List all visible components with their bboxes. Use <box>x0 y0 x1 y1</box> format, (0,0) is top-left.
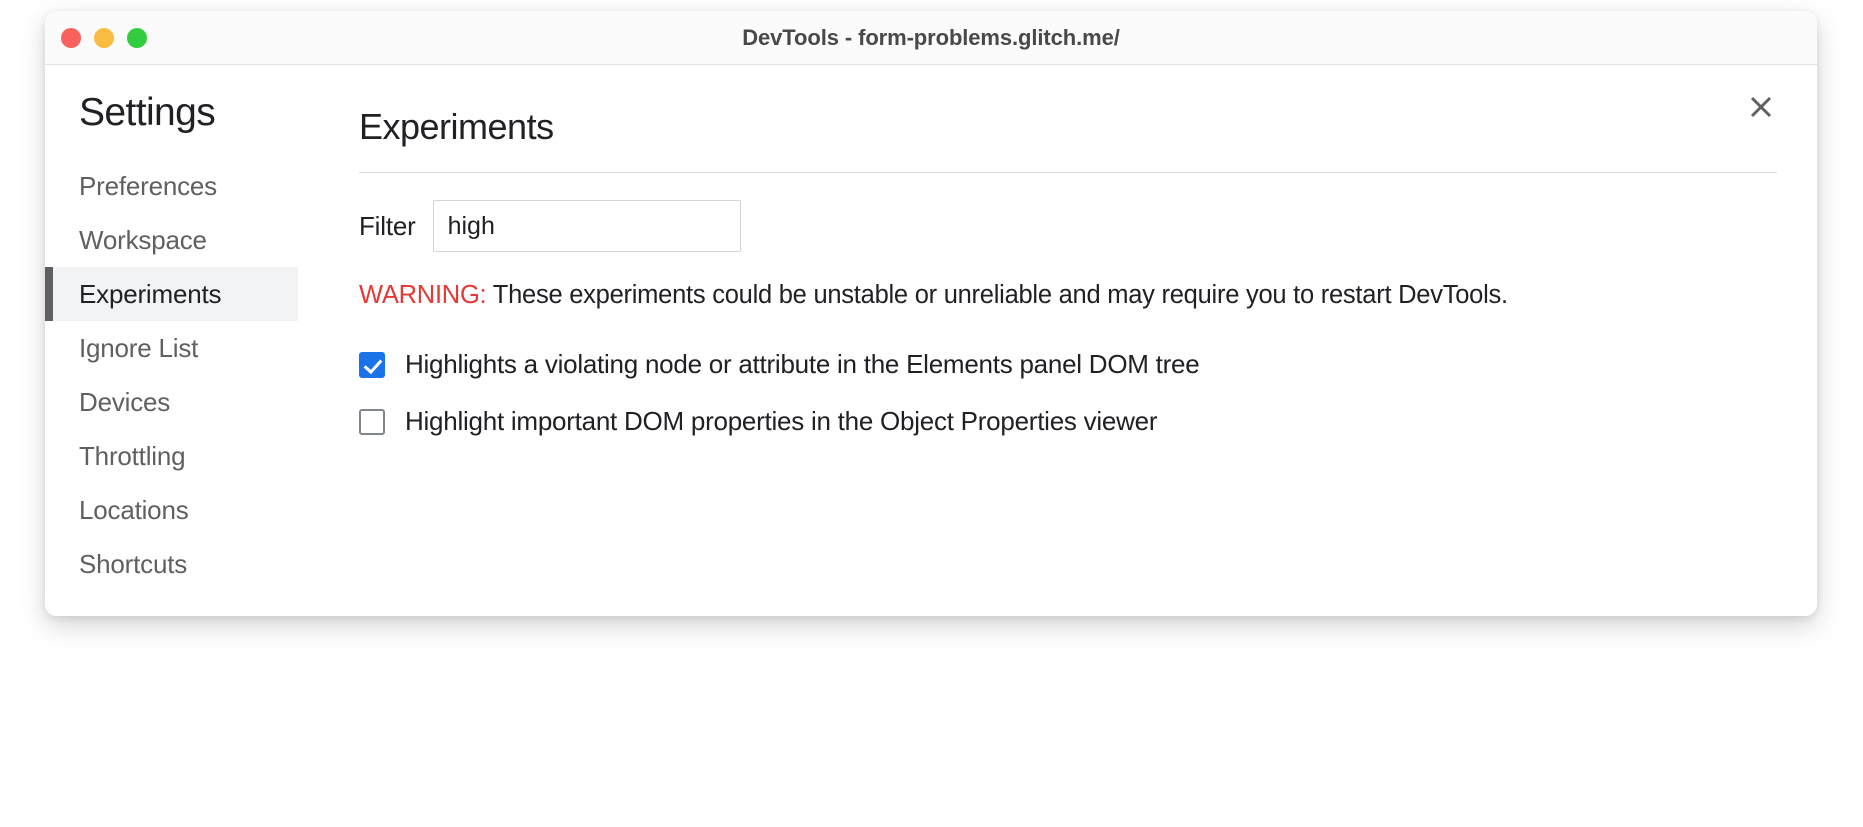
settings-dialog: Settings Preferences Workspace Experimen… <box>45 65 1817 616</box>
screen: DevTools - form-problems.glitch.me/ Sett… <box>0 0 1863 827</box>
settings-sidebar: Settings Preferences Workspace Experimen… <box>45 65 298 616</box>
experiment-checkbox[interactable] <box>359 408 385 435</box>
traffic-lights <box>61 11 147 65</box>
sidebar-item-label: Shortcuts <box>79 548 188 579</box>
close-settings-button[interactable] <box>1741 87 1781 127</box>
warning-label: WARNING: <box>359 281 487 309</box>
window-titlebar: DevTools - form-problems.glitch.me/ <box>45 11 1817 65</box>
minimize-window-button[interactable] <box>94 28 114 48</box>
experiments-warning: WARNING: These experiments could be unst… <box>359 280 1781 310</box>
experiment-label: Highlights a violating node or attribute… <box>405 349 1200 379</box>
sidebar-item-shortcuts[interactable]: Shortcuts <box>45 537 298 591</box>
sidebar-item-label: Devices <box>79 386 171 417</box>
window-title: DevTools - form-problems.glitch.me/ <box>742 24 1120 50</box>
filter-row: Filter <box>359 200 1781 252</box>
sidebar-item-devices[interactable]: Devices <box>45 375 298 429</box>
sidebar-item-label: Preferences <box>79 170 217 201</box>
settings-heading: Settings <box>79 91 216 134</box>
title-divider <box>359 172 1777 173</box>
sidebar-item-preferences[interactable]: Preferences <box>45 159 298 213</box>
page-title: Experiments <box>359 106 554 147</box>
sidebar-item-label: Experiments <box>79 278 222 309</box>
experiments-list: Highlights a violating node or attribute… <box>359 336 1781 450</box>
experiment-checkbox[interactable] <box>359 351 385 378</box>
experiments-panel: Experiments Filter WARNING: These experi… <box>298 65 1817 616</box>
warning-text: These experiments could be unstable or u… <box>492 281 1508 309</box>
filter-label: Filter <box>359 210 416 241</box>
sidebar-item-workspace[interactable]: Workspace <box>45 213 298 267</box>
filter-input[interactable] <box>432 200 741 252</box>
experiment-label: Highlight important DOM properties in th… <box>405 406 1158 436</box>
sidebar-item-locations[interactable]: Locations <box>45 483 298 537</box>
close-window-button[interactable] <box>61 28 81 48</box>
experiment-row[interactable]: Highlights a violating node or attribute… <box>359 336 1781 393</box>
sidebar-item-label: Ignore List <box>79 332 199 363</box>
sidebar-item-experiments[interactable]: Experiments <box>45 267 298 321</box>
sidebar-item-throttling[interactable]: Throttling <box>45 429 298 483</box>
sidebar-item-label: Throttling <box>79 440 186 471</box>
devtools-window: DevTools - form-problems.glitch.me/ Sett… <box>45 11 1817 616</box>
sidebar-item-label: Workspace <box>79 224 207 255</box>
maximize-window-button[interactable] <box>127 28 147 48</box>
sidebar-item-label: Locations <box>79 494 189 525</box>
sidebar-item-ignore-list[interactable]: Ignore List <box>45 321 298 375</box>
experiment-row[interactable]: Highlight important DOM properties in th… <box>359 393 1781 450</box>
close-icon <box>1746 92 1776 122</box>
